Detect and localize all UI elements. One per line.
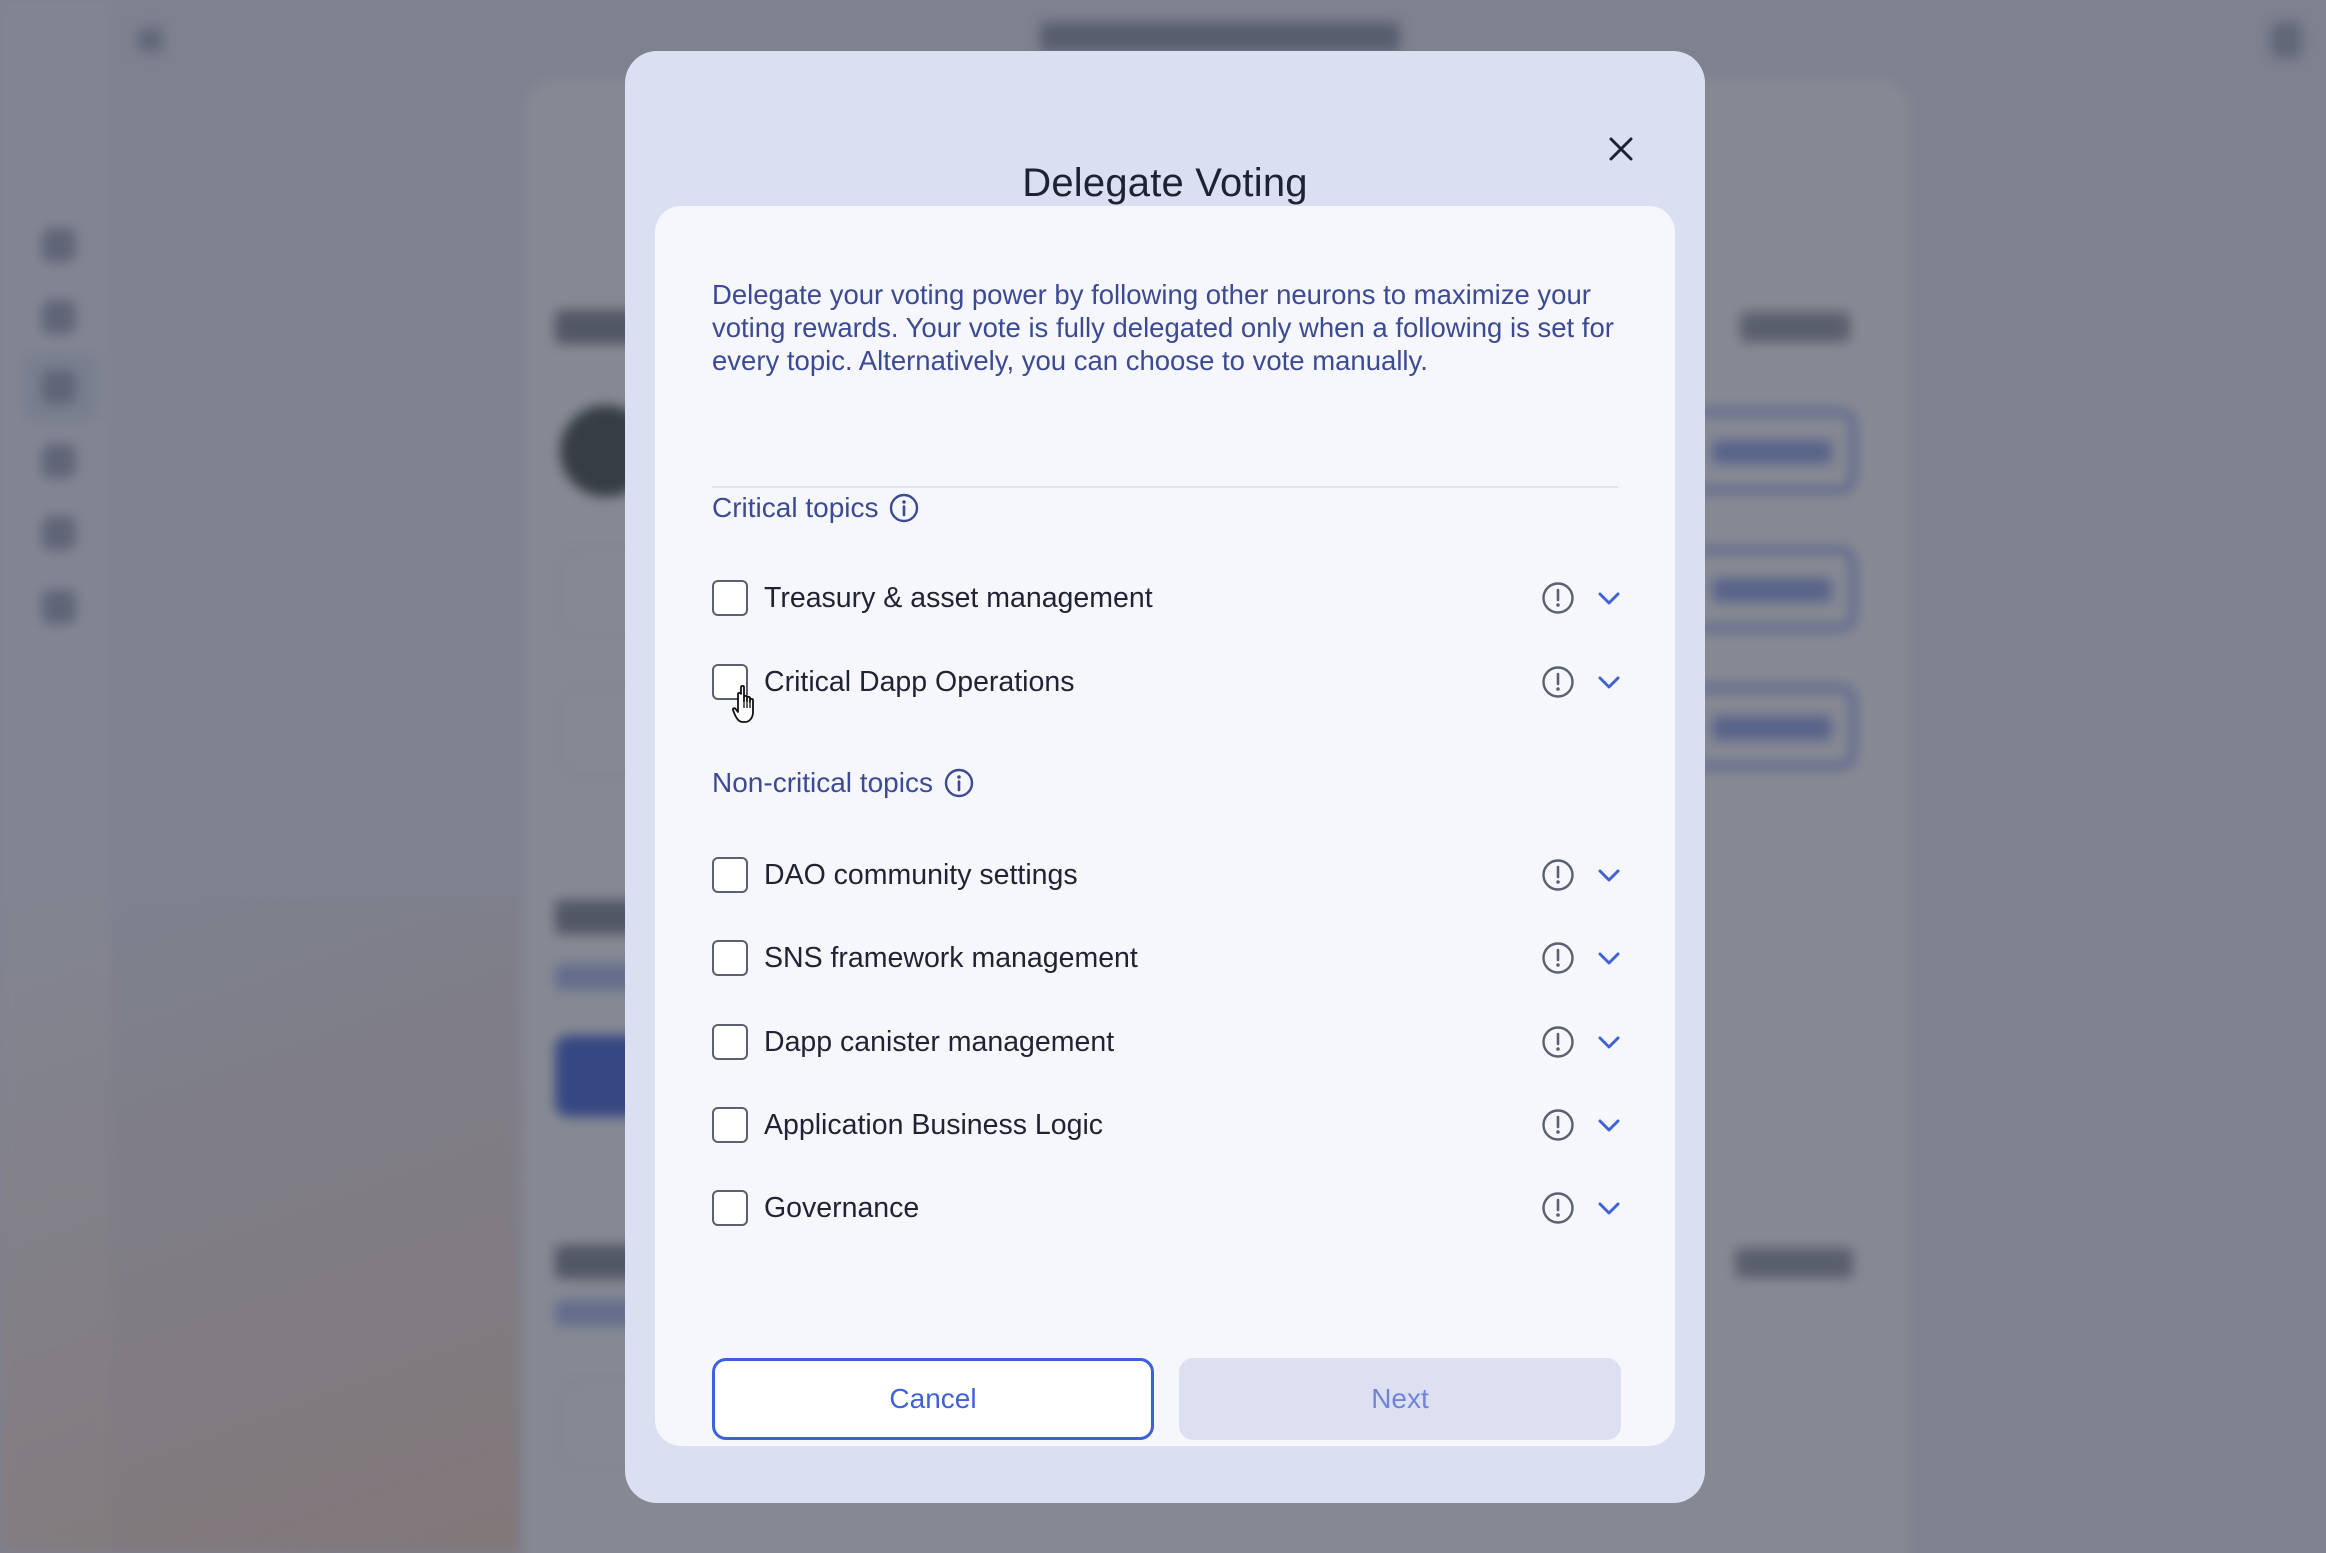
cancel-button[interactable]: Cancel (712, 1358, 1154, 1440)
chevron-down-icon[interactable] (1593, 859, 1625, 891)
topic-row-dapp-canister-management: Dapp canister management (712, 1014, 1625, 1070)
warning-circle-icon[interactable] (1540, 940, 1576, 976)
warning-circle-icon[interactable] (1540, 664, 1576, 700)
topic-checkbox[interactable] (712, 1107, 748, 1143)
delegate-voting-modal: Delegate Voting Delegate your voting pow… (625, 51, 1705, 1503)
info-icon[interactable] (888, 492, 920, 524)
topic-checkbox[interactable] (712, 857, 748, 893)
warning-circle-icon[interactable] (1540, 1024, 1576, 1060)
chevron-down-icon[interactable] (1593, 582, 1625, 614)
divider (712, 486, 1618, 488)
topic-row-treasury: Treasury & asset management (712, 570, 1625, 626)
modal-body: Delegate your voting power by following … (655, 206, 1675, 1446)
topic-label: Critical Dapp Operations (764, 665, 1075, 698)
topic-row-sns-framework-management: SNS framework management (712, 930, 1625, 986)
topic-label: Governance (764, 1191, 920, 1224)
chevron-down-icon[interactable] (1593, 942, 1625, 974)
chevron-down-icon[interactable] (1593, 1192, 1625, 1224)
topic-row-governance: Governance (712, 1180, 1625, 1236)
warning-circle-icon[interactable] (1540, 1107, 1576, 1143)
topic-label: Treasury & asset management (764, 581, 1153, 614)
topic-checkbox[interactable] (712, 940, 748, 976)
hand-pointer-cursor (732, 684, 754, 723)
topic-checkbox[interactable] (712, 1024, 748, 1060)
intro-text: Delegate your voting power by following … (712, 279, 1614, 376)
topic-checkbox[interactable] (712, 580, 748, 616)
topic-label: SNS framework management (764, 941, 1138, 974)
critical-topics-label: Critical topics (712, 492, 879, 523)
noncritical-topics-label: Non-critical topics (712, 767, 933, 798)
chevron-down-icon[interactable] (1593, 1109, 1625, 1141)
close-button[interactable] (1593, 121, 1649, 177)
warning-circle-icon[interactable] (1540, 1190, 1576, 1226)
warning-circle-icon[interactable] (1540, 857, 1576, 893)
noncritical-topics-heading: Non-critical topics (712, 767, 975, 799)
info-icon[interactable] (943, 767, 975, 799)
topic-label: Application Business Logic (764, 1108, 1104, 1141)
topic-checkbox[interactable] (712, 1190, 748, 1226)
warning-circle-icon[interactable] (1540, 580, 1576, 616)
modal-title: Delegate Voting (1022, 161, 1308, 205)
topic-label: DAO community settings (764, 858, 1078, 891)
topic-row-dao-community-settings: DAO community settings (712, 847, 1625, 903)
critical-topics-heading: Critical topics (712, 492, 920, 524)
chevron-down-icon[interactable] (1593, 666, 1625, 698)
topic-label: Dapp canister management (764, 1025, 1115, 1058)
topic-row-critical-dapp-operations: Critical Dapp Operations (712, 654, 1625, 710)
topic-row-application-business-logic: Application Business Logic (712, 1097, 1625, 1153)
next-button[interactable]: Next (1179, 1358, 1621, 1440)
close-icon (1609, 137, 1633, 161)
chevron-down-icon[interactable] (1593, 1026, 1625, 1058)
